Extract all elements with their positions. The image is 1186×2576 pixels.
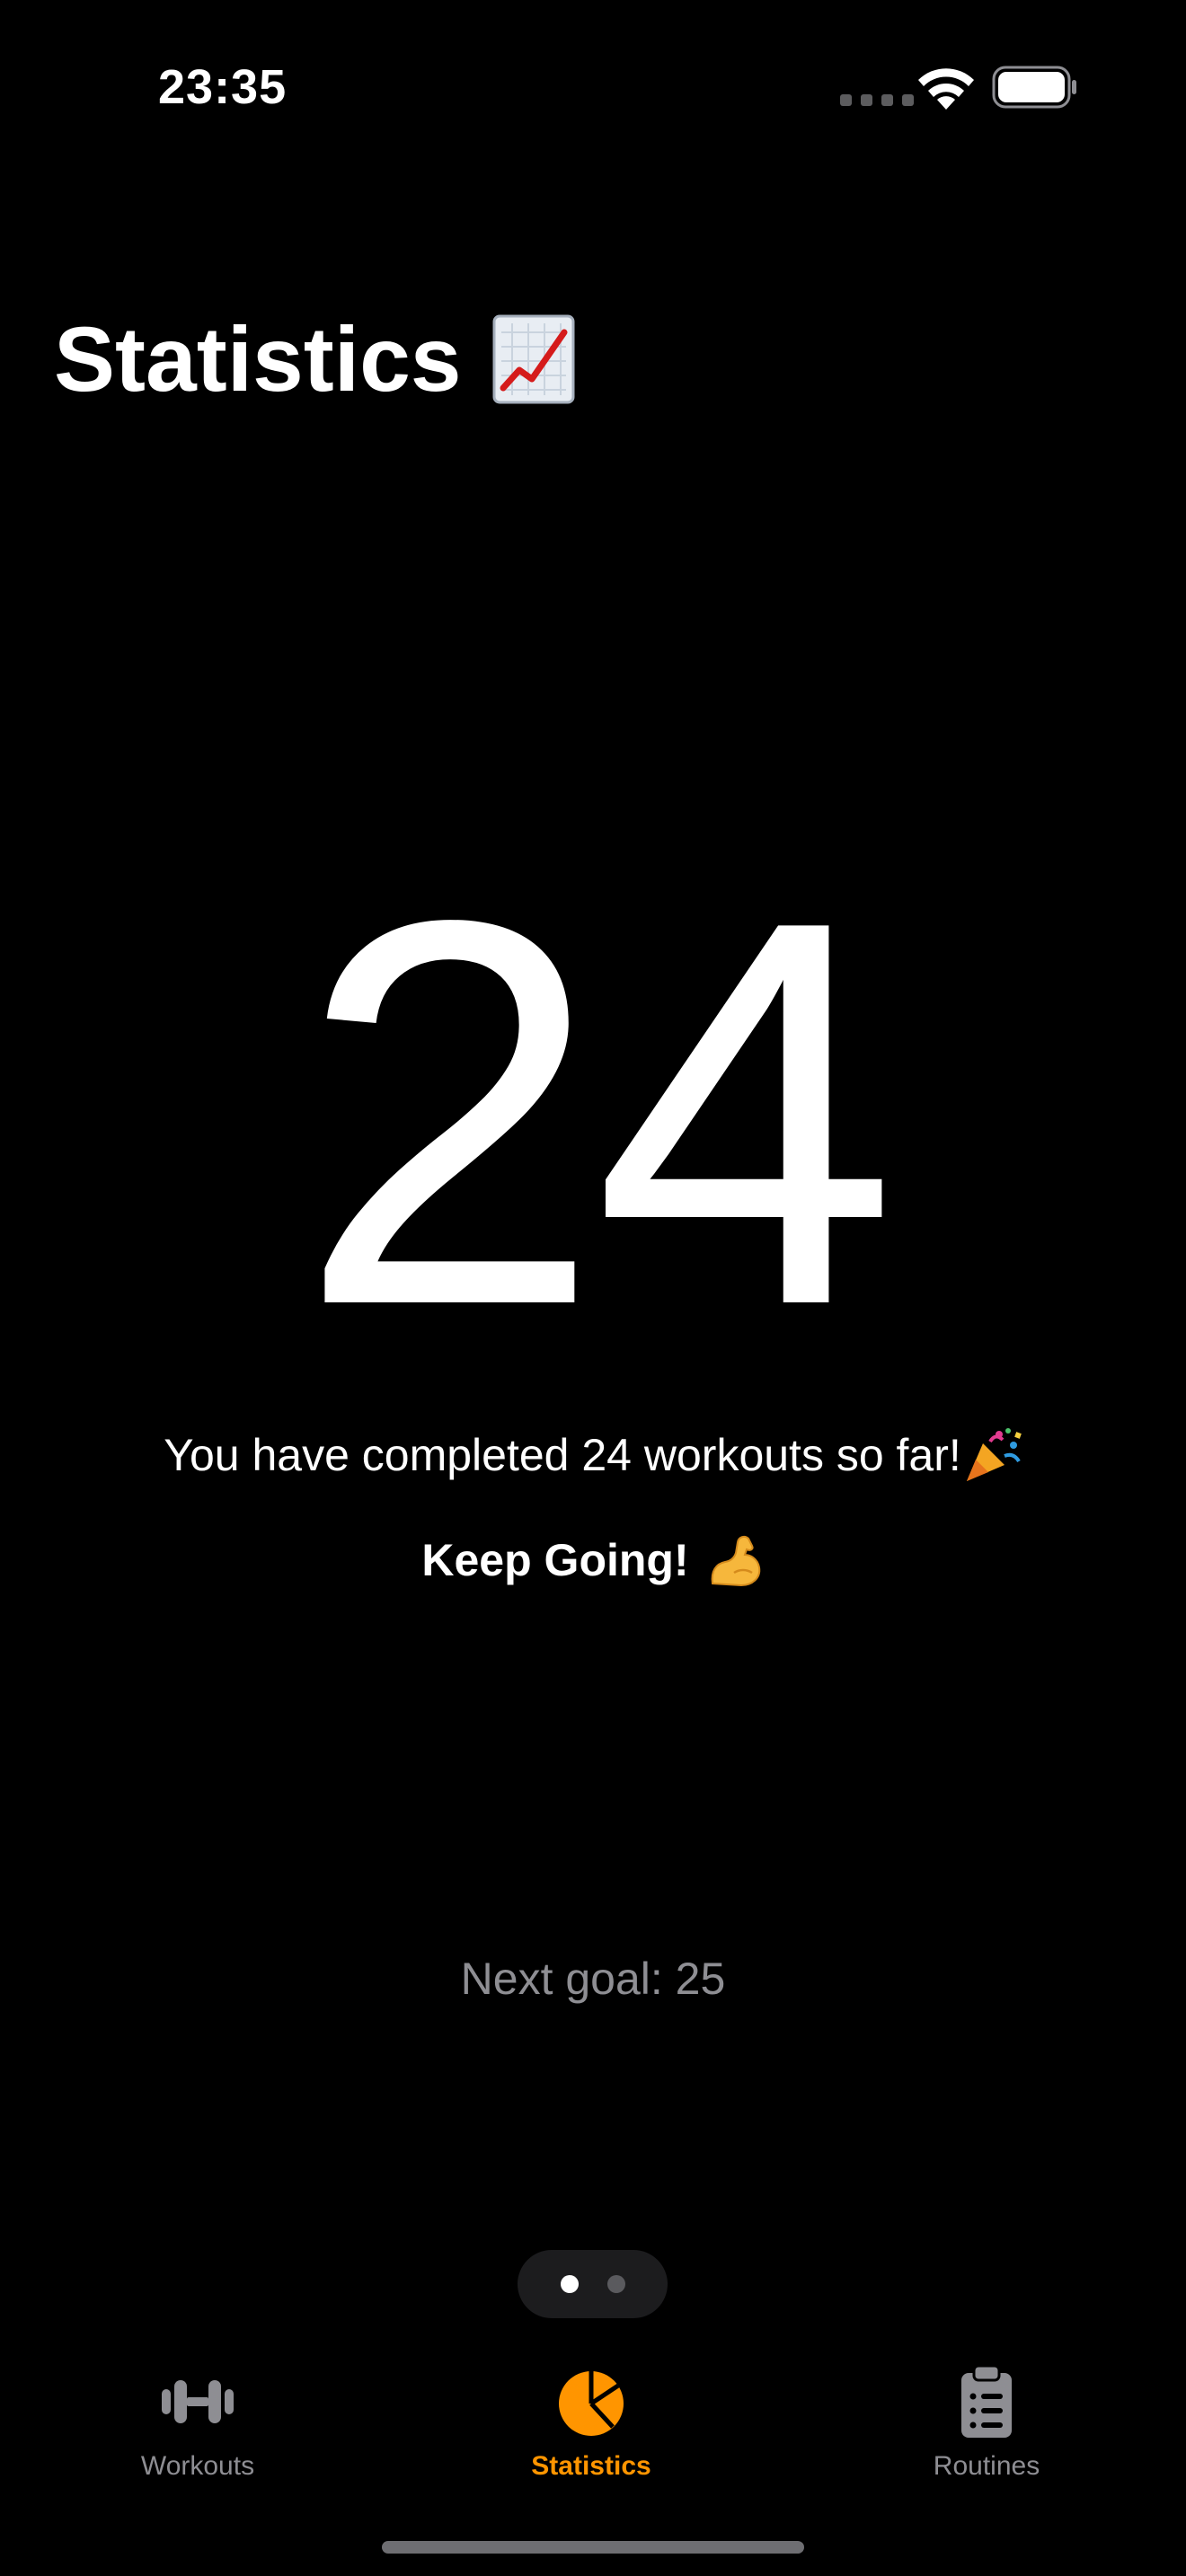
encouragement-text: Keep Going!: [421, 1535, 689, 1585]
cellular-signal-icon: [840, 94, 914, 106]
page-dot-1[interactable]: [560, 2275, 579, 2293]
tab-routines-label: Routines: [933, 2451, 1040, 2481]
party-popper-icon: [966, 1428, 1022, 1481]
tab-workouts-label: Workouts: [140, 2451, 255, 2481]
completed-message: You have completed 24 workouts so far!: [0, 1424, 1186, 1486]
workout-count: 24: [296, 807, 898, 1419]
clipboard-list-icon: [961, 2364, 1012, 2438]
page-dot-2[interactable]: [606, 2275, 625, 2293]
battery-icon: [992, 66, 1076, 109]
page-title: Statistics: [54, 305, 575, 413]
tab-statistics-label: Statistics: [531, 2451, 651, 2481]
chart-increasing-icon: [492, 314, 575, 404]
page-title-text: Statistics: [54, 308, 462, 410]
page-indicator[interactable]: [518, 2250, 668, 2318]
wifi-icon: [918, 68, 974, 110]
encouragement-message: Keep Going!: [0, 1529, 1186, 1592]
tab-routines[interactable]: Routines: [852, 2362, 1121, 2484]
status-time: 23:35: [158, 60, 288, 114]
tab-workouts[interactable]: Workouts: [63, 2362, 332, 2484]
home-indicator[interactable]: [382, 2541, 804, 2554]
dumbbell-icon: [162, 2380, 234, 2423]
completed-text: You have completed 24 workouts so far!: [164, 1430, 961, 1480]
pie-chart-icon: [559, 2371, 624, 2436]
flexed-biceps-icon: [711, 1535, 760, 1587]
next-goal-label: Next goal: 25: [460, 1954, 726, 2004]
tab-statistics[interactable]: Statistics: [456, 2362, 726, 2484]
